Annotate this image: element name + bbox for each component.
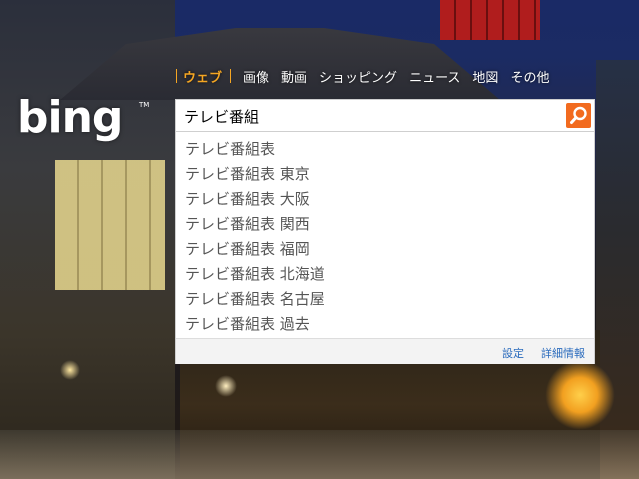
nav-item-shopping[interactable]: ショッピング (319, 67, 397, 86)
nav-item-news[interactable]: ニュース (409, 67, 460, 86)
suggestion-item[interactable]: テレビ番組表 東京 (185, 163, 310, 184)
nav-item-images[interactable]: 画像 (243, 67, 269, 86)
background-lantern-right (545, 360, 615, 430)
logo-trademark: TM (139, 101, 150, 109)
suggestion-item[interactable]: テレビ番組表 北海道 (185, 263, 325, 284)
bing-homepage: ウェブ 画像 動画 ショッピング ニュース 地図 その他 bing TM テレビ… (0, 0, 639, 479)
suggestion-item[interactable]: テレビ番組表 福岡 (185, 238, 310, 259)
suggestion-item[interactable]: テレビ番組表 関西 (185, 213, 310, 234)
suggestion-item[interactable]: テレビ番組表 名古屋 (185, 288, 325, 309)
suggestion-item[interactable]: テレビ番組表 大阪 (185, 188, 310, 209)
autosuggest-dropdown: テレビ番組表 テレビ番組表 東京 テレビ番組表 大阪 テレビ番組表 関西 テレビ… (175, 132, 595, 364)
bing-logo[interactable]: bing (17, 92, 123, 143)
settings-link[interactable]: 設定 (502, 345, 524, 361)
autosuggest-footer: 設定 詳細情報 (176, 338, 594, 364)
suggestion-item[interactable]: テレビ番組表 (185, 138, 275, 159)
search-input[interactable] (184, 106, 554, 126)
details-link[interactable]: 詳細情報 (541, 345, 585, 361)
background-red-sign (440, 0, 540, 40)
background-lantern-left (60, 360, 80, 380)
nav-item-more[interactable]: その他 (510, 67, 549, 86)
top-nav: ウェブ 画像 動画 ショッピング ニュース 地図 その他 (176, 66, 561, 86)
search-box (175, 99, 595, 132)
nav-separator (176, 69, 177, 83)
suggestion-item[interactable]: テレビ番組表 過去 (185, 313, 310, 334)
background-ground (0, 430, 639, 479)
search-icon (570, 106, 587, 124)
nav-item-web[interactable]: ウェブ (183, 67, 222, 86)
nav-item-videos[interactable]: 動画 (281, 67, 307, 86)
background-paper-screens (55, 160, 165, 290)
nav-item-maps[interactable]: 地図 (472, 67, 498, 86)
search-button[interactable] (566, 103, 591, 128)
nav-separator (230, 69, 232, 83)
background-lantern-mid (215, 375, 237, 397)
